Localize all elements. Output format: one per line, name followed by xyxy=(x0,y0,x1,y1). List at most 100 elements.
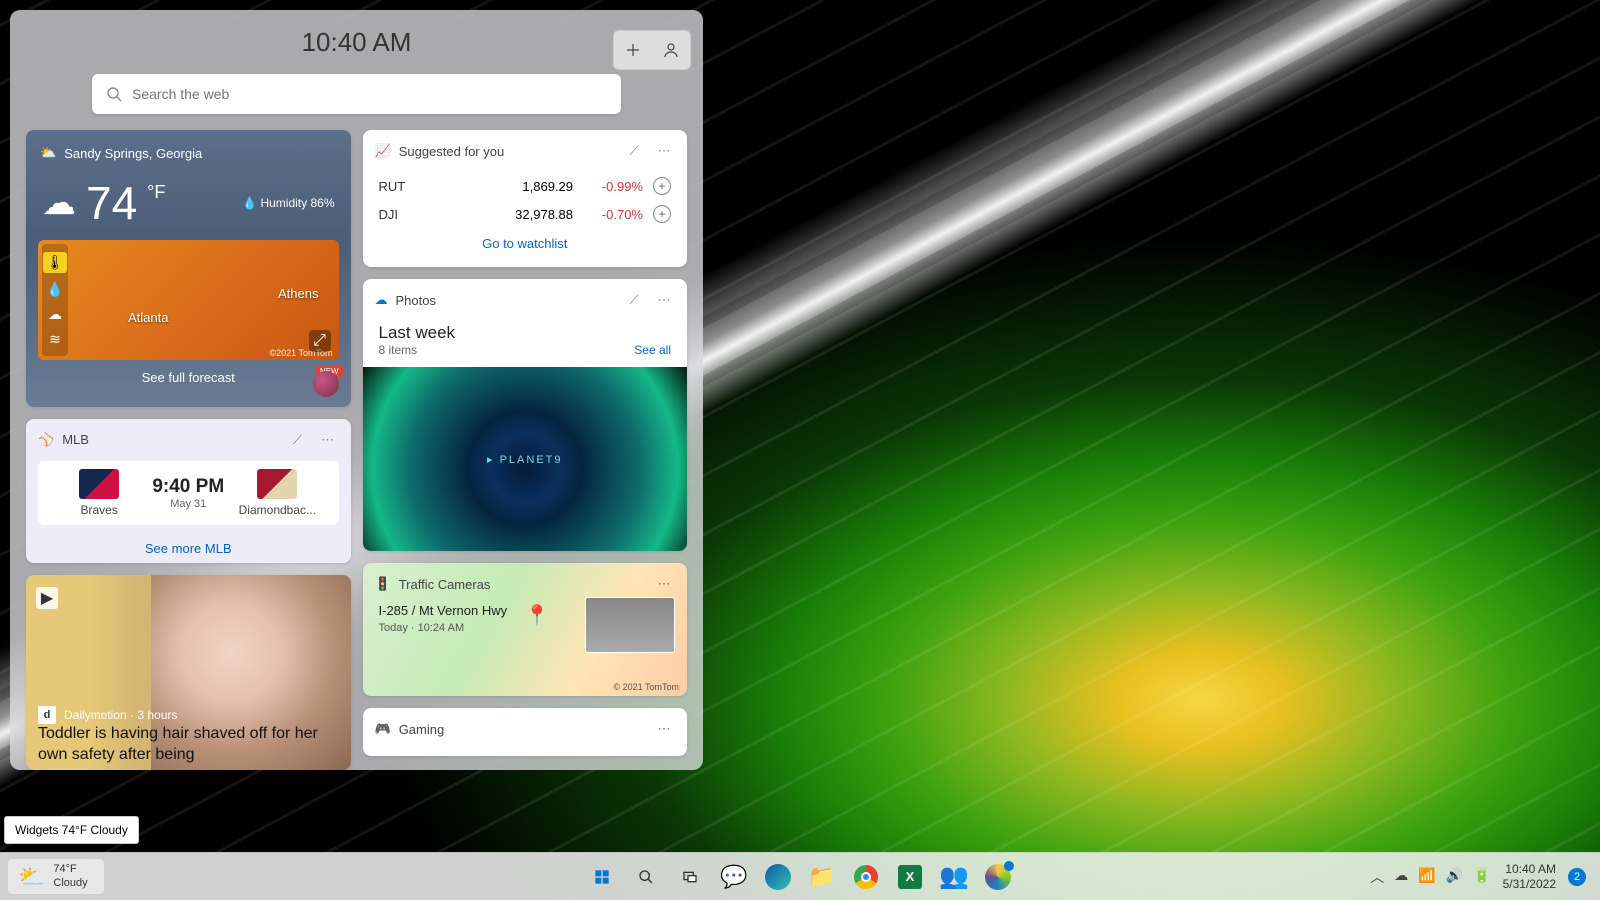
weather-widget[interactable]: ⛅ Sandy Springs, Georgia ⟋ ⋯ ☁ 74 °F 💧 H… xyxy=(26,130,351,407)
source-badge: d xyxy=(38,706,56,724)
watchlist-link[interactable]: Go to watchlist xyxy=(363,228,688,259)
more-icon[interactable]: ⋯ xyxy=(317,429,339,451)
volume-icon[interactable]: 🔊 xyxy=(1446,867,1463,887)
chrome-icon xyxy=(854,865,878,889)
photos-title: Photos xyxy=(396,293,436,308)
taskbar-clock[interactable]: 10:40 AM 5/31/2022 xyxy=(1503,862,1556,892)
taskbar: ⛅ 74°F Cloudy 💬 📁 X 👥 ︿ ☁ 📶 🔊 🔋 10:40 AM… xyxy=(0,852,1600,900)
map-layer-toolbar: 🌡 💧 ☁ ≋ xyxy=(42,244,68,356)
traffic-time: Today · 10:24 AM xyxy=(379,622,508,634)
forecast-link[interactable]: See full forecast xyxy=(142,370,235,385)
more-icon[interactable]: ⋯ xyxy=(315,142,337,164)
taskbar-center: 💬 📁 X 👥 xyxy=(582,857,1018,897)
precipitation-layer-icon[interactable]: 💧 xyxy=(46,281,63,298)
weather-location: Sandy Springs, Georgia xyxy=(64,146,202,161)
stocks-widget[interactable]: 📈 Suggested for you ⟋ ⋯ RUT 1,869.29 -0.… xyxy=(363,130,688,267)
pin-icon[interactable]: ⟋ xyxy=(623,289,645,311)
gaming-widget[interactable]: 🎮 Gaming ⋯ xyxy=(363,708,688,756)
traffic-widget[interactable]: 🚦 Traffic Cameras ⋯ 📍 I-285 / Mt Vernon … xyxy=(363,563,688,696)
onedrive-icon: ☁ xyxy=(375,292,388,308)
stocks-title: Suggested for you xyxy=(399,144,505,159)
map-city-atlanta: Atlanta xyxy=(128,310,168,325)
braves-logo xyxy=(79,469,119,499)
mlb-title: MLB xyxy=(62,432,89,447)
tray-chevron-icon[interactable]: ︿ xyxy=(1370,867,1384,887)
photos-widget[interactable]: ☁ Photos ⟋ ⋯ Last week 8 items See all ▸… xyxy=(363,279,688,551)
plus-icon xyxy=(625,42,641,58)
temp-unit: °F xyxy=(147,182,165,203)
team-away: Braves xyxy=(46,469,152,517)
app-button[interactable] xyxy=(978,857,1018,897)
taskbar-temp: 74°F xyxy=(53,863,87,876)
folder-icon: 📁 xyxy=(808,864,835,890)
gaming-title: Gaming xyxy=(399,722,445,737)
cloud-icon: ☁ xyxy=(42,183,76,223)
more-icon[interactable]: ⋯ xyxy=(653,140,675,162)
team-home: Diamondbac... xyxy=(224,469,330,517)
explorer-button[interactable]: 📁 xyxy=(802,857,842,897)
see-more-mlb-link[interactable]: See more MLB xyxy=(26,533,351,564)
chat-button[interactable]: 💬 xyxy=(714,857,754,897)
excel-button[interactable]: X xyxy=(890,857,930,897)
camera-thumbnail[interactable] xyxy=(585,597,675,653)
widgets-tooltip: Widgets 74°F Cloudy xyxy=(4,816,139,844)
stock-row[interactable]: DJI 32,978.88 -0.70% + xyxy=(363,200,688,228)
taskbar-weather-button[interactable]: ⛅ 74°F Cloudy xyxy=(8,859,104,893)
panel-header-buttons xyxy=(613,30,691,70)
search-icon xyxy=(638,869,654,885)
diamondbacks-logo xyxy=(257,469,297,499)
search-bar[interactable] xyxy=(92,74,621,114)
expand-map-button[interactable]: ⤢ xyxy=(309,330,331,352)
teams-icon: 👥 xyxy=(939,862,969,891)
teams-button[interactable]: 👥 xyxy=(934,857,974,897)
chrome-button[interactable] xyxy=(846,857,886,897)
news-card[interactable]: ▶ d Dailymotion · 3 hours Toddler is hav… xyxy=(26,575,351,770)
edge-button[interactable] xyxy=(758,857,798,897)
moon-phase-icon[interactable] xyxy=(313,371,339,397)
wifi-icon[interactable]: 📶 xyxy=(1418,867,1435,887)
excel-icon: X xyxy=(898,865,922,889)
notification-badge[interactable]: 2 xyxy=(1568,868,1586,886)
taskbar-cond: Cloudy xyxy=(53,877,87,890)
traffic-copyright: © 2021 TomTom xyxy=(614,682,680,692)
search-button[interactable] xyxy=(626,857,666,897)
mlb-game[interactable]: Braves 9:40 PM May 31 Diamondbac... xyxy=(38,461,339,525)
more-icon[interactable]: ⋯ xyxy=(653,573,675,595)
person-icon xyxy=(663,42,679,58)
photos-count: 8 items xyxy=(379,343,418,357)
pin-icon[interactable]: ⟋ xyxy=(287,429,309,451)
profile-button[interactable] xyxy=(652,31,690,69)
temperature-layer-icon[interactable]: 🌡 xyxy=(43,252,67,273)
search-icon xyxy=(106,86,122,102)
onedrive-tray-icon[interactable]: ☁ xyxy=(1394,867,1408,887)
task-view-button[interactable] xyxy=(670,857,710,897)
more-icon[interactable]: ⋯ xyxy=(653,718,675,740)
news-meta: d Dailymotion · 3 hours xyxy=(38,706,177,724)
pin-icon[interactable]: ⟋ xyxy=(623,140,645,162)
photo-thumbnail[interactable]: ▸ PLANET9 xyxy=(363,367,688,551)
start-button[interactable] xyxy=(582,857,622,897)
panel-header: 10:40 AM xyxy=(10,10,703,74)
add-widget-button[interactable] xyxy=(614,31,652,69)
traffic-location: I-285 / Mt Vernon Hwy xyxy=(379,603,508,618)
gamepad-icon: 🎮 xyxy=(375,721,391,737)
more-icon[interactable]: ⋯ xyxy=(653,289,675,311)
stock-row[interactable]: RUT 1,869.29 -0.99% + xyxy=(363,172,688,200)
cloud-layer-icon[interactable]: ☁ xyxy=(48,306,62,323)
edge-icon xyxy=(765,864,791,890)
news-source: Dailymotion · 3 hours xyxy=(64,708,177,722)
battery-icon[interactable]: 🔋 xyxy=(1473,867,1490,887)
search-input[interactable] xyxy=(132,86,607,102)
add-stock-button[interactable]: + xyxy=(653,177,671,195)
play-icon: ▶ xyxy=(36,587,58,609)
weather-map[interactable]: 🌡 💧 ☁ ≋ Atlanta Athens ©2021 TomTom ⤢ xyxy=(38,240,339,360)
pin-icon[interactable]: ⟋ xyxy=(285,142,307,164)
wind-layer-icon[interactable]: ≋ xyxy=(49,331,61,348)
humidity: 💧 Humidity 86% xyxy=(242,196,334,210)
swirl-icon xyxy=(985,864,1011,890)
widgets-panel: 10:40 AM ⛅ Sandy Springs, Georgia ⟋ ⋯ ☁ … xyxy=(10,10,703,770)
add-stock-button[interactable]: + xyxy=(653,205,671,223)
news-headline: Toddler is having hair shaved off for he… xyxy=(38,724,339,766)
mlb-widget[interactable]: ⚾ MLB ⟋ ⋯ Braves 9:40 PM May 31 xyxy=(26,419,351,564)
see-all-link[interactable]: See all xyxy=(634,343,671,357)
